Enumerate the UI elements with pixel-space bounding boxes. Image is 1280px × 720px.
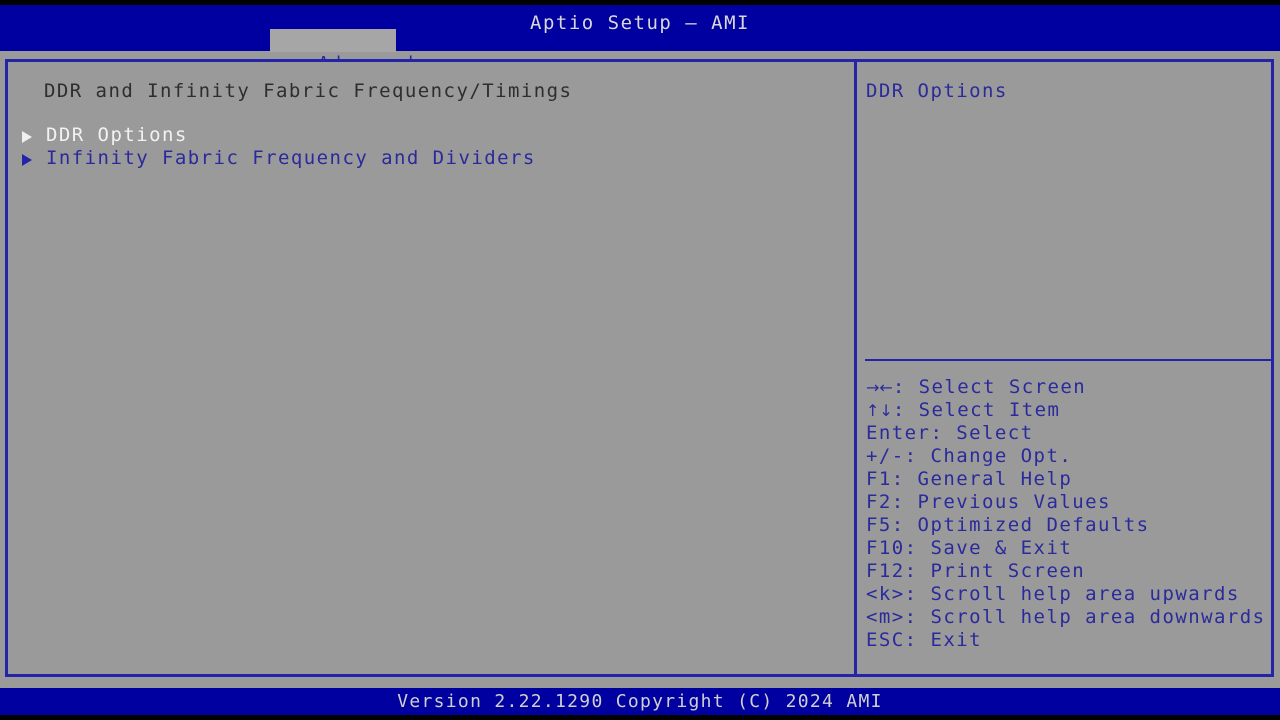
submenu-arrow-icon	[22, 154, 32, 166]
key-legend-row: Enter: Select	[866, 422, 1274, 445]
key-legend-text: F10: Save & Exit	[866, 537, 1072, 559]
key-legend-row: F12: Print Screen	[866, 560, 1274, 583]
key-legend-row: +/-: Change Opt.	[866, 445, 1274, 468]
key-legend-text: : Select Screen	[893, 376, 1086, 398]
key-legend-row: →←: Select Screen	[866, 376, 1274, 399]
page-title: DDR and Infinity Fabric Frequency/Timing…	[44, 80, 572, 102]
key-legend-row: F5: Optimized Defaults	[866, 514, 1274, 537]
key-legend-text: <m>: Scroll help area downwards	[866, 606, 1266, 628]
key-legend-row: F10: Save & Exit	[866, 537, 1274, 560]
content-frame: DDR and Infinity Fabric Frequency/Timing…	[5, 59, 1274, 677]
version-text: Version 2.22.1290 Copyright (C) 2024 AMI	[0, 690, 1280, 713]
key-legend-text: F12: Print Screen	[866, 560, 1085, 582]
key-legend-text: F1: General Help	[866, 468, 1072, 490]
menu-item-label: Infinity Fabric Frequency and Dividers	[46, 147, 536, 170]
key-legend-row: <k>: Scroll help area upwards	[866, 583, 1274, 606]
key-legend-text: ESC: Exit	[866, 629, 982, 651]
tab-advanced[interactable]: Advanced	[270, 29, 396, 52]
help-pane: DDR Options →←: Select Screen ↑↓: Select…	[857, 65, 1274, 677]
key-legend-row: ESC: Exit	[866, 629, 1274, 652]
submenu-arrow-icon	[22, 131, 32, 143]
footer-bar: Version 2.22.1290 Copyright (C) 2024 AMI	[0, 688, 1280, 715]
key-legend-list: →←: Select Screen ↑↓: Select Item Enter:…	[866, 376, 1274, 652]
arrow-up-down-icon: ↑↓	[866, 401, 893, 420]
settings-pane: DDR and Infinity Fabric Frequency/Timing…	[11, 65, 854, 677]
key-legend-row: F1: General Help	[866, 468, 1274, 491]
help-description: DDR Options	[866, 80, 1266, 103]
key-legend-text: +/-: Change Opt.	[866, 445, 1072, 467]
arrow-left-right-icon: →←	[866, 378, 893, 397]
help-divider	[865, 359, 1274, 361]
menu-item-ddr-options[interactable]: DDR Options	[11, 124, 854, 147]
app-title: Aptio Setup – AMI	[0, 10, 1280, 36]
key-legend-text: <k>: Scroll help area upwards	[866, 583, 1240, 605]
key-legend-text: Enter: Select	[866, 422, 1034, 444]
key-legend-text: F2: Previous Values	[866, 491, 1111, 513]
settings-menu-list: DDR Options Infinity Fabric Frequency an…	[11, 124, 854, 170]
key-legend-text: : Select Item	[893, 399, 1061, 421]
menu-item-infinity-fabric-frequency-and-dividers[interactable]: Infinity Fabric Frequency and Dividers	[11, 147, 854, 170]
menu-item-label: DDR Options	[46, 124, 188, 147]
key-legend-text: F5: Optimized Defaults	[866, 514, 1150, 536]
key-legend-row: F2: Previous Values	[866, 491, 1274, 514]
key-legend-row: <m>: Scroll help area downwards	[866, 606, 1274, 629]
bios-setup-screen: Aptio Setup – AMI Advanced DDR and Infin…	[0, 0, 1280, 720]
title-bar: Aptio Setup – AMI	[0, 5, 1280, 51]
key-legend-row: ↑↓: Select Item	[866, 399, 1274, 422]
bottom-black-strip	[0, 715, 1280, 720]
